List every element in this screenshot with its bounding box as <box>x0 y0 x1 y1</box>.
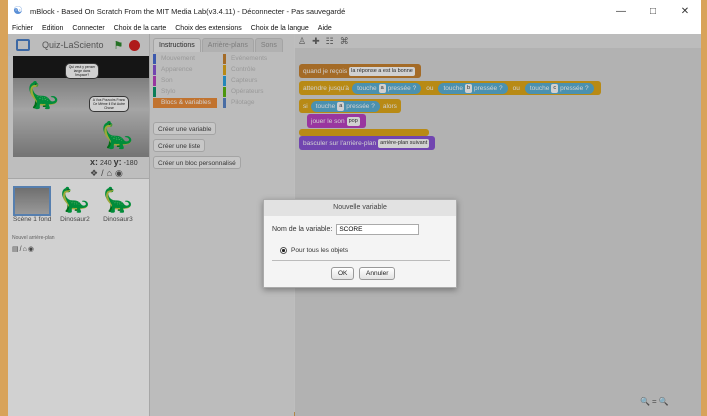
menu-connecter[interactable]: Connecter <box>72 25 104 32</box>
menu-choix-carte[interactable]: Choix de la carte <box>114 25 167 32</box>
variable-name-input[interactable] <box>336 224 420 235</box>
radio-selected-icon[interactable] <box>280 247 287 254</box>
menu-choix-extensions[interactable]: Choix des extensions <box>175 25 242 32</box>
maximize-icon[interactable]: □ <box>637 0 669 22</box>
window-title: mBlock - Based On Scratch From the MIT M… <box>30 6 346 16</box>
menu-choix-langue[interactable]: Choix de la langue <box>251 25 309 32</box>
new-variable-dialog: Nouvelle variable Nom de la variable: Po… <box>263 199 457 288</box>
for-all-sprites-label: Pour tous les objets <box>291 247 349 254</box>
variable-name-label: Nom de la variable: <box>272 226 333 233</box>
dialog-separator <box>272 260 450 261</box>
menu-fichier[interactable]: Fichier <box>12 25 33 32</box>
close-icon[interactable]: ✕ <box>669 0 701 22</box>
dialog-title: Nouvelle variable <box>264 200 456 216</box>
window-controls: — □ ✕ <box>605 0 701 22</box>
menu-aide[interactable]: Aide <box>318 25 332 32</box>
cancel-button[interactable]: Annuler <box>359 267 396 280</box>
variable-name-row: Nom de la variable: <box>272 224 420 235</box>
ok-button[interactable]: OK <box>331 267 355 280</box>
title-bar: ☯ mBlock - Based On Scratch From the MIT… <box>8 0 701 22</box>
for-all-sprites-option[interactable]: Pour tous les objets <box>280 247 348 254</box>
menu-bar: Fichier Edition Connecter Choix de la ca… <box>8 22 701 34</box>
mblock-app-icon: ☯ <box>13 5 23 17</box>
minimize-icon[interactable]: — <box>605 0 637 22</box>
menu-edition[interactable]: Edition <box>42 25 63 32</box>
